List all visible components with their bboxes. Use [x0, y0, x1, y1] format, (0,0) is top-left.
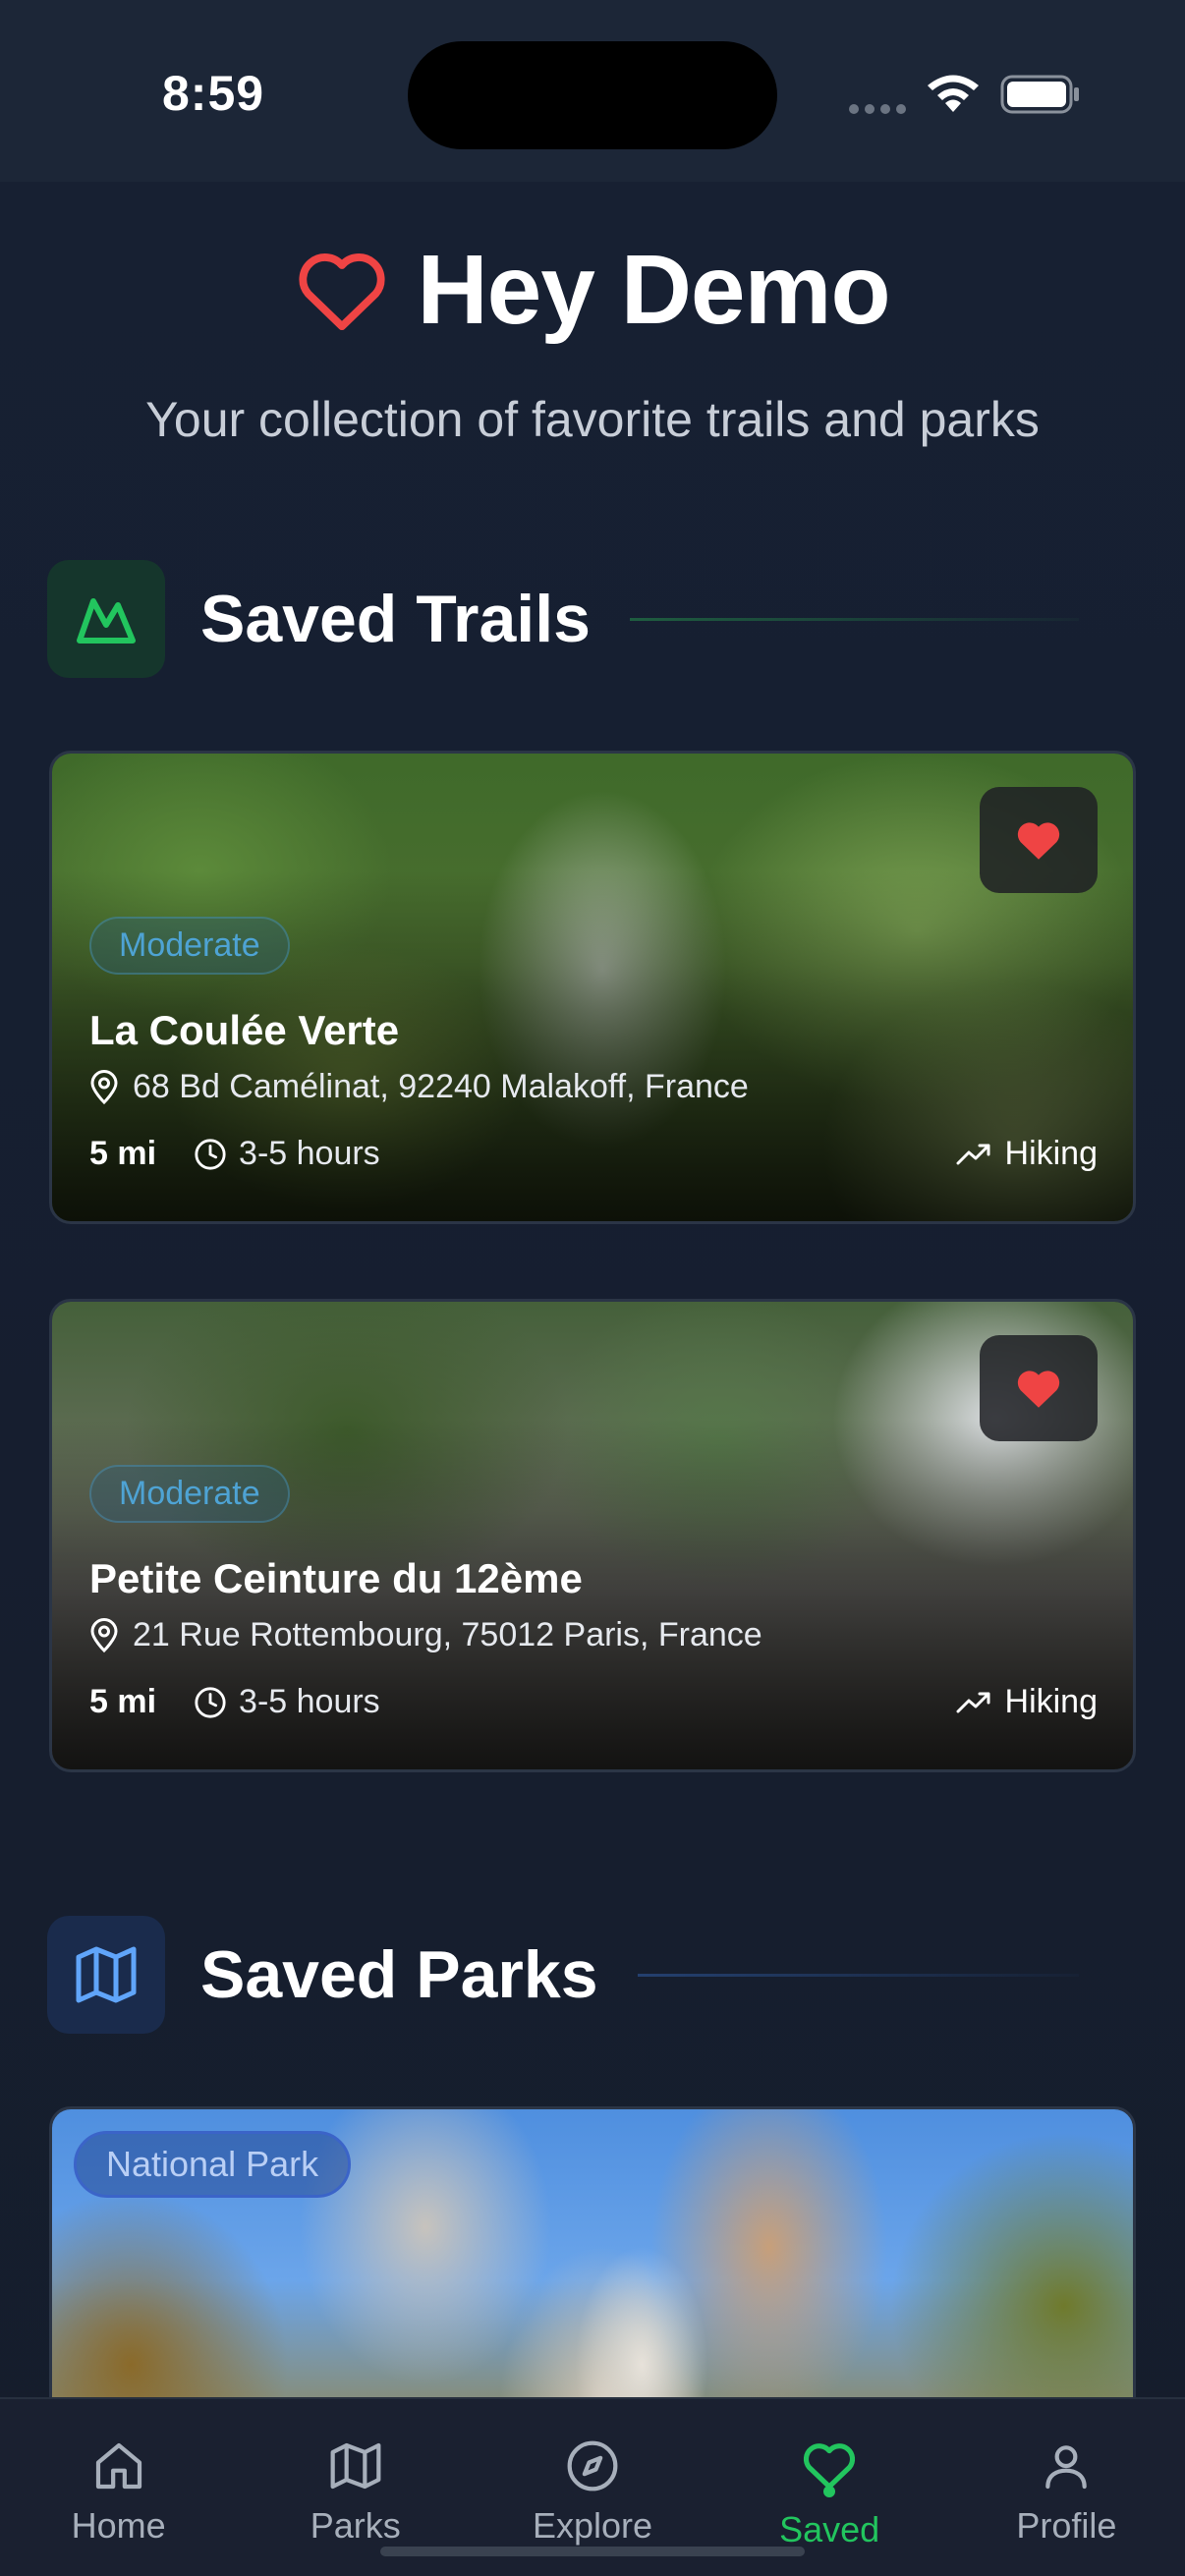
map-icon-box — [47, 1916, 165, 2034]
difficulty-badge: Moderate — [89, 917, 290, 975]
favorite-button[interactable] — [980, 787, 1098, 893]
active-tab-indicator — [823, 2486, 836, 2497]
dynamic-island — [408, 41, 777, 149]
trail-name: La Coulée Verte — [89, 1007, 400, 1053]
map-icon — [76, 1946, 137, 2003]
page-subtitle: Your collection of favorite trails and p… — [145, 392, 1040, 447]
clock-icon — [195, 1686, 226, 1718]
compass-icon — [567, 2440, 618, 2492]
section-divider — [637, 1973, 1079, 1977]
tab-explore-label: Explore — [532, 2505, 652, 2546]
clock-icon — [195, 1138, 226, 1170]
trail-distance: 5 mi — [89, 1683, 157, 1720]
trail-duration: 3-5 hours — [194, 1135, 380, 1173]
tab-parks-label: Parks — [310, 2505, 401, 2546]
trending-up-icon — [956, 1692, 990, 1712]
heart-filled-icon — [1017, 822, 1060, 860]
mountain-icon-box — [47, 560, 165, 678]
cellular-signal-icon — [849, 104, 906, 114]
park-type-badge: National Park — [74, 2131, 352, 2198]
location-pin-icon — [90, 1617, 118, 1652]
saved-trails-title: Saved Trails — [200, 582, 591, 656]
trail-address-text: 21 Rue Rottembourg, 75012 Paris, France — [133, 1616, 762, 1653]
mountain-icon — [77, 598, 136, 644]
home-indicator[interactable] — [380, 2547, 805, 2556]
trail-type-text: Hiking — [1004, 1135, 1098, 1172]
trail-address: 21 Rue Rottembourg, 75012 Paris, France — [89, 1616, 762, 1654]
tab-profile-label: Profile — [1016, 2505, 1117, 2546]
trail-type-text: Hiking — [1004, 1683, 1098, 1720]
difficulty-badge: Moderate — [89, 1465, 290, 1523]
favorite-button[interactable] — [980, 1335, 1098, 1441]
trail-meta: 5 mi 3-5 hours Hiking — [89, 1683, 1098, 1721]
tab-saved-label: Saved — [779, 2509, 880, 2549]
location-pin-icon — [90, 1069, 118, 1104]
saved-parks-header: Saved Parks — [47, 1916, 1138, 2034]
trail-distance: 5 mi — [89, 1135, 157, 1172]
park-card[interactable]: National Park — [49, 2106, 1136, 2421]
trail-address: 68 Bd Camélinat, 92240 Malakoff, France — [89, 1068, 749, 1106]
map-icon — [330, 2442, 381, 2490]
wifi-icon — [928, 75, 979, 112]
status-time: 8:59 — [162, 66, 265, 121]
section-divider — [629, 617, 1079, 621]
user-icon — [1045, 2445, 1088, 2490]
home-icon — [95, 2442, 141, 2490]
trail-duration-text: 3-5 hours — [239, 1683, 380, 1720]
trail-duration-text: 3-5 hours — [239, 1135, 380, 1172]
page-header: Hey Demo — [0, 226, 1185, 354]
trail-type: Hiking — [956, 1135, 1098, 1173]
saved-screen: 8:59 Hey Demo Your collection of favorit… — [0, 0, 1185, 2576]
tab-profile[interactable]: Profile — [968, 2399, 1164, 2576]
page-title: Hey Demo — [417, 234, 890, 345]
trail-card[interactable]: Moderate La Coulée Verte 68 Bd Camélinat… — [49, 751, 1136, 1224]
heart-filled-icon — [1017, 1371, 1060, 1408]
heart-icon — [299, 253, 386, 331]
battery-icon — [1000, 75, 1079, 114]
trail-name: Petite Ceinture du 12ème — [89, 1555, 583, 1601]
status-bar: 8:59 — [0, 0, 1185, 182]
tab-home[interactable]: Home — [21, 2399, 217, 2576]
trail-address-text: 68 Bd Camélinat, 92240 Malakoff, France — [133, 1068, 749, 1105]
trail-duration: 3-5 hours — [194, 1683, 380, 1721]
trail-type: Hiking — [956, 1683, 1098, 1721]
trending-up-icon — [956, 1144, 990, 1164]
trail-meta: 5 mi 3-5 hours Hiking — [89, 1135, 1098, 1173]
saved-parks-title: Saved Parks — [200, 1937, 598, 2012]
trail-card[interactable]: Moderate Petite Ceinture du 12ème 21 Rue… — [49, 1299, 1136, 1772]
saved-trails-header: Saved Trails — [47, 560, 1138, 678]
tab-home-label: Home — [71, 2505, 166, 2546]
